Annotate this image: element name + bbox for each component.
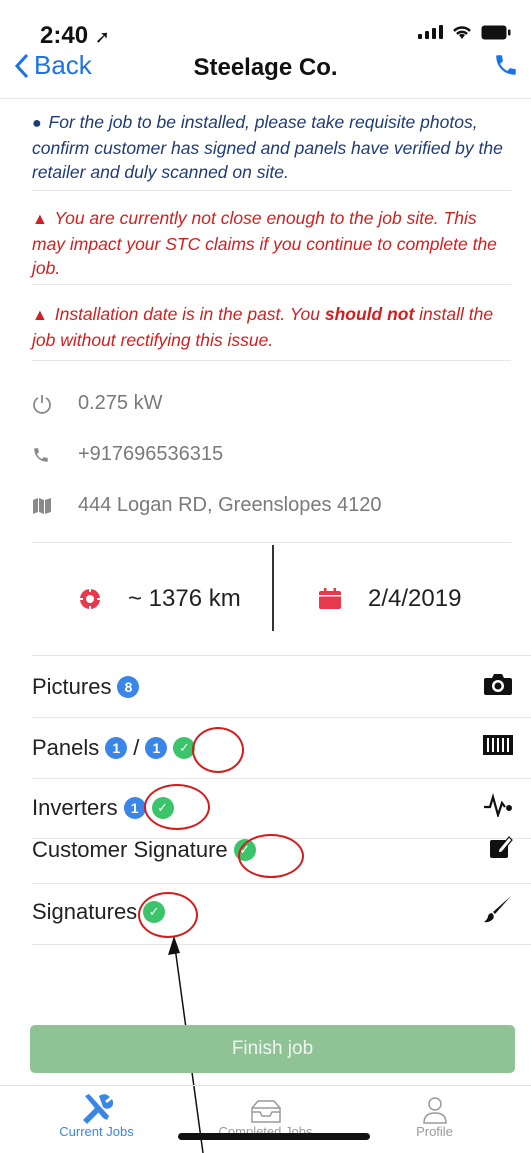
date-warning-bold: should not bbox=[324, 304, 415, 324]
divider bbox=[32, 360, 511, 361]
divider bbox=[32, 190, 511, 191]
info-notice: ● For the job to be installed, please ta… bbox=[32, 110, 511, 184]
divider bbox=[32, 655, 531, 656]
stat-divider bbox=[272, 545, 274, 631]
pulse-icon bbox=[483, 793, 513, 823]
power-icon bbox=[32, 393, 78, 415]
barcode-icon bbox=[483, 735, 513, 761]
wifi-icon bbox=[453, 26, 471, 39]
info-circle-icon: ● bbox=[32, 115, 42, 132]
edit-icon bbox=[489, 835, 513, 865]
annotation-circle bbox=[192, 727, 244, 773]
tab-label: Current Jobs bbox=[59, 1124, 134, 1139]
annotation-circle bbox=[238, 834, 304, 878]
divider bbox=[32, 542, 511, 543]
phone-row[interactable]: +917696536315 bbox=[32, 443, 223, 466]
signal-icon bbox=[418, 25, 443, 39]
info-notice-text: For the job to be installed, please take… bbox=[32, 112, 503, 182]
battery-icon bbox=[481, 25, 511, 39]
distance-stat: ~ 1376 km bbox=[78, 585, 241, 613]
pictures-label: Pictures bbox=[32, 674, 112, 699]
address-value: 444 Logan RD, Greenslopes 4120 bbox=[78, 494, 382, 516]
tab-current-jobs[interactable]: Current Jobs bbox=[8, 1090, 185, 1139]
phone-number[interactable]: +917696536315 bbox=[78, 443, 223, 466]
inverters-label: Inverters bbox=[32, 795, 118, 820]
phone-icon bbox=[496, 55, 516, 75]
customer-signature-label: Customer Signature bbox=[32, 837, 228, 862]
nav-divider bbox=[0, 98, 531, 99]
signatures-label: Signatures bbox=[32, 899, 138, 924]
user-icon bbox=[346, 1090, 523, 1124]
brush-icon bbox=[483, 894, 513, 930]
location-arrow-icon: ➚ bbox=[94, 27, 110, 47]
page-title: Steelage Co. bbox=[193, 54, 338, 81]
date-warning-text-pre: Installation date is in the past. You bbox=[54, 304, 325, 324]
tab-profile[interactable]: Profile bbox=[346, 1090, 523, 1139]
address-row: 444 Logan RD, Greenslopes 4120 bbox=[32, 494, 382, 517]
power-row: 0.275 kW bbox=[32, 392, 162, 415]
warning-triangle-icon: ▲ bbox=[32, 307, 48, 324]
panels-separator: / bbox=[133, 735, 140, 760]
date-warning: ▲ Installation date is in the past. You … bbox=[32, 302, 511, 352]
inverters-count-badge: 1 bbox=[123, 797, 146, 819]
finish-job-button[interactable]: Finish job bbox=[30, 1025, 515, 1073]
annotation-circle bbox=[138, 892, 198, 938]
date-value: 2/4/2019 bbox=[368, 585, 462, 612]
panels-row[interactable]: Panels 1/1 ✓ bbox=[32, 718, 513, 778]
camera-icon bbox=[483, 672, 513, 702]
warning-triangle-icon: ▲ bbox=[32, 211, 48, 228]
power-value: 0.275 kW bbox=[78, 392, 163, 414]
calendar-icon bbox=[319, 588, 341, 609]
signatures-row[interactable]: Signatures ✓ bbox=[32, 882, 513, 942]
status-icons bbox=[418, 24, 511, 40]
distance-value: ~ 1376 km bbox=[128, 585, 241, 612]
proximity-warning-text: You are currently not close enough to th… bbox=[32, 208, 497, 278]
panels-label: Panels bbox=[32, 735, 100, 760]
inbox-icon bbox=[177, 1090, 354, 1124]
pictures-count-badge: 8 bbox=[117, 676, 140, 698]
tools-icon bbox=[8, 1090, 185, 1124]
call-button[interactable] bbox=[493, 52, 519, 83]
panels-total-badge: 1 bbox=[145, 737, 168, 759]
phone-icon bbox=[32, 446, 78, 464]
tab-completed-jobs[interactable]: Completed Jobs bbox=[177, 1090, 354, 1139]
map-icon bbox=[32, 497, 78, 515]
date-stat: 2/4/2019 bbox=[318, 585, 461, 613]
home-indicator bbox=[178, 1133, 370, 1140]
pictures-row[interactable]: Pictures 8 bbox=[32, 657, 513, 717]
divider bbox=[32, 944, 531, 945]
tabbar-divider bbox=[0, 1085, 531, 1086]
target-icon bbox=[78, 587, 102, 611]
divider bbox=[32, 284, 511, 285]
status-time: 2:40 ➚ bbox=[40, 22, 110, 49]
panels-scanned-badge: 1 bbox=[105, 737, 128, 759]
tab-label: Profile bbox=[416, 1124, 453, 1139]
proximity-warning: ▲ You are currently not close enough to … bbox=[32, 206, 511, 280]
